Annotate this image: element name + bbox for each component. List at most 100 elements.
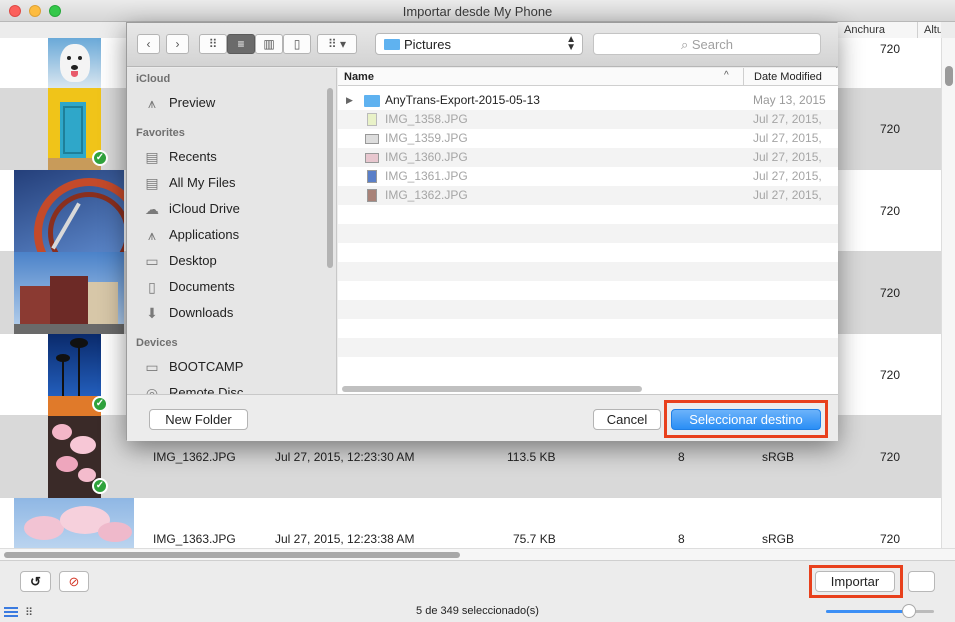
file-date: Jul 27, 2015,: [753, 188, 822, 202]
image-file-icon: [367, 189, 377, 202]
back-button[interactable]: ‹: [137, 34, 160, 54]
select-destination-dialog: ‹ › ⠿ ≡ ▥ ▯ ⠿ ▾ Pictures ▲ ▼ ⌕ Search iCl…: [126, 22, 838, 441]
cell-width: 720: [880, 368, 901, 382]
sidebar-item-label: Documents: [169, 279, 235, 294]
scrollbar-thumb[interactable]: [945, 66, 953, 86]
location-popup[interactable]: Pictures ▲ ▼: [375, 33, 583, 55]
empty-row: [338, 281, 838, 300]
file-date: Jul 27, 2015,: [753, 169, 822, 183]
column-header-height[interactable]: Altu: [917, 22, 941, 38]
search-placeholder-text: Search: [691, 37, 734, 52]
image-file-icon: [365, 153, 379, 163]
search-field[interactable]: ⌕ Search: [593, 33, 821, 55]
list-view-icon[interactable]: ≡: [227, 34, 255, 54]
cell-date: Jul 27, 2015, 12:23:30 AM: [275, 450, 415, 464]
column-view-icon[interactable]: ▥: [255, 34, 283, 54]
column-header-name[interactable]: Name: [344, 71, 374, 83]
new-folder-button[interactable]: New Folder: [149, 409, 248, 430]
empty-row: [338, 262, 838, 281]
sidebar-item-label: Recents: [169, 149, 217, 164]
file-date: Jul 27, 2015,: [753, 112, 822, 126]
dialog-toolbar: ‹ › ⠿ ≡ ▥ ▯ ⠿ ▾ Pictures ▲ ▼ ⌕ Search: [127, 23, 838, 67]
file-name: IMG_1359.JPG: [385, 131, 468, 145]
file-date: Jul 27, 2015,: [753, 150, 822, 164]
applications-icon: ⩚: [148, 227, 156, 243]
highlight-box: [809, 565, 903, 598]
table-vertical-scrollbar[interactable]: [941, 38, 955, 548]
sidebar-item-label: BOOTCAMP: [169, 359, 244, 374]
options-button[interactable]: [908, 571, 935, 592]
sidebar-header-favorites: Favorites: [136, 127, 185, 139]
sidebar-item-label: Downloads: [169, 305, 234, 320]
sidebar-item-label: Desktop: [169, 253, 217, 268]
empty-row: [338, 205, 838, 224]
zoom-slider[interactable]: [826, 604, 934, 618]
photo-thumbnail: [14, 498, 134, 548]
title-bar: Importar desde My Phone: [0, 0, 955, 22]
checked-icon: ✓: [92, 150, 108, 166]
applications-icon: ⩚: [148, 95, 156, 111]
downloads-icon: ⬇: [146, 305, 158, 321]
cancel-button[interactable]: Cancel: [593, 409, 661, 430]
sidebar-header-devices: Devices: [136, 337, 178, 349]
cell-width: 720: [880, 122, 901, 136]
cell-width: 720: [880, 450, 901, 464]
arrange-menu-icon[interactable]: ⠿ ▾: [317, 34, 357, 54]
desktop-icon: ▭: [145, 253, 159, 269]
cell-width: 720: [880, 42, 901, 56]
table-row[interactable]: IMG_1363.JPG Jul 27, 2015, 12:23:38 AM 7…: [0, 498, 941, 548]
cell-size: 75.7 KB: [513, 532, 556, 546]
sidebar-item-label: Preview: [169, 95, 216, 110]
checked-icon: ✓: [92, 478, 108, 494]
table-horizontal-scrollbar[interactable]: [0, 548, 955, 560]
empty-row: [338, 319, 838, 338]
file-name: IMG_1360.JPG: [385, 150, 468, 164]
sidebar-scrollbar[interactable]: [327, 88, 333, 268]
disk-icon: ▭: [145, 359, 159, 375]
file-date: May 13, 2015: [753, 93, 826, 107]
cell-name: IMG_1362.JPG: [153, 450, 236, 464]
file-row[interactable]: ▶ AnyTrans-Export-2015-05-13 May 13, 201…: [338, 91, 838, 110]
icon-view-icon[interactable]: ⠿: [199, 34, 227, 54]
highlight-box: [664, 400, 828, 438]
empty-row: [338, 224, 838, 243]
sidebar-item-label: Remote Disc: [169, 385, 244, 394]
rotate-icon[interactable]: ↺: [20, 571, 51, 592]
cell-width: 720: [880, 532, 901, 546]
empty-row: [338, 243, 838, 262]
zoom-slider-fill: [826, 610, 910, 613]
selection-status: 5 de 349 seleccionado(s): [416, 605, 539, 617]
documents-icon: ▯: [148, 279, 156, 295]
photo-thumbnail: [14, 170, 124, 252]
sidebar-header-icloud: iCloud: [136, 73, 171, 85]
column-header-date-modified[interactable]: Date Modified: [743, 68, 822, 86]
cell-profile: sRGB: [762, 532, 795, 546]
empty-row: [338, 338, 838, 357]
file-row: IMG_1362.JPG Jul 27, 2015,: [338, 186, 838, 205]
image-file-icon: [367, 113, 377, 126]
file-name: AnyTrans-Export-2015-05-13: [385, 93, 540, 107]
image-file-icon: [367, 170, 377, 183]
file-row: IMG_1360.JPG Jul 27, 2015,: [338, 148, 838, 167]
bottom-bar: ↺ ⊘ Importar ⠿ 5 de 349 seleccionado(s): [0, 560, 955, 622]
file-name: IMG_1362.JPG: [385, 188, 468, 202]
location-label: Pictures: [404, 37, 451, 52]
cell-name: IMG_1363.JPG: [153, 532, 236, 546]
forward-button[interactable]: ›: [166, 34, 189, 54]
scrollbar-thumb[interactable]: [4, 552, 460, 558]
cell-date: Jul 27, 2015, 12:23:38 AM: [275, 532, 415, 546]
file-row: IMG_1361.JPG Jul 27, 2015,: [338, 167, 838, 186]
file-name: IMG_1361.JPG: [385, 169, 468, 183]
cell-width: 720: [880, 204, 901, 218]
coverflow-view-icon[interactable]: ▯: [283, 34, 311, 54]
photo-thumbnail: [48, 38, 101, 88]
disclosure-triangle-icon[interactable]: ▶: [346, 91, 353, 110]
checked-icon: ✓: [92, 396, 108, 412]
file-list-scrollbar[interactable]: [342, 386, 642, 392]
folder-icon: [364, 95, 380, 107]
cell-depth: 8: [678, 450, 685, 464]
file-name: IMG_1358.JPG: [385, 112, 468, 126]
delete-icon[interactable]: ⊘: [59, 571, 89, 592]
column-header-width[interactable]: Anchura: [837, 22, 917, 38]
file-list: Name ^ Date Modified ▶ AnyTrans-Export-2…: [338, 68, 838, 394]
